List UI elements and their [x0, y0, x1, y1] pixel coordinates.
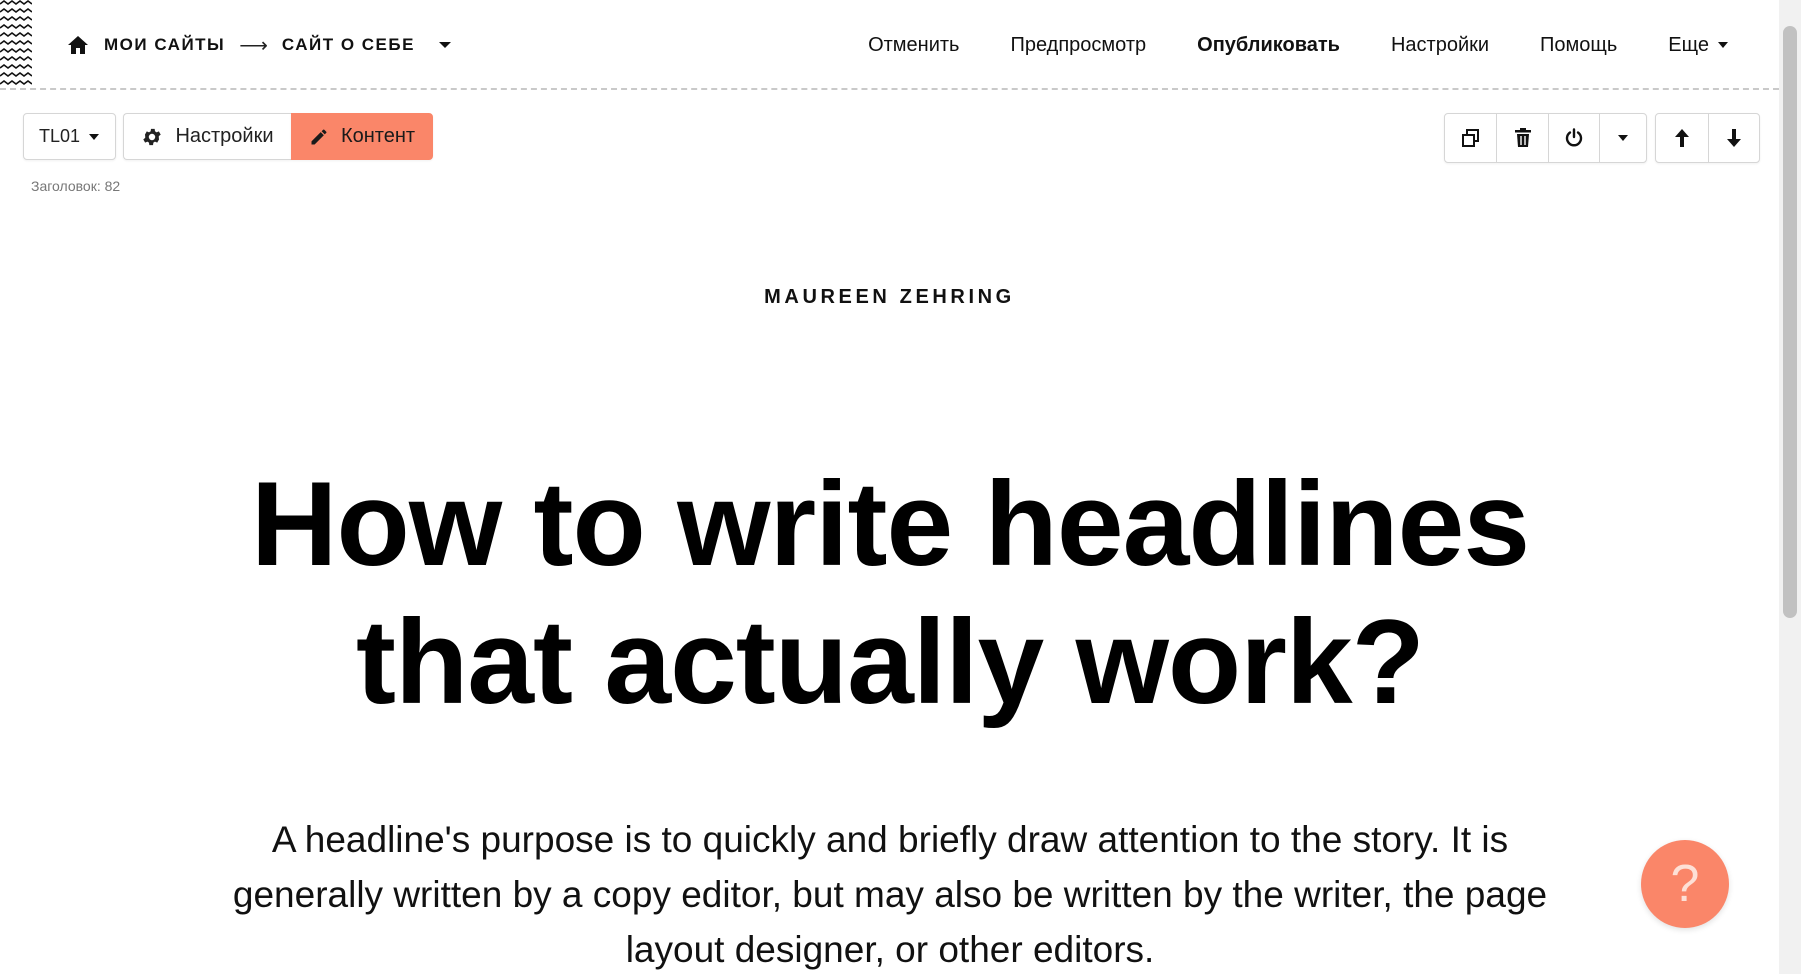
settings-link[interactable]: Настройки: [1391, 34, 1489, 57]
zigzag-logo-icon[interactable]: [0, 0, 32, 90]
block-actions-group: [1444, 113, 1647, 163]
home-icon[interactable]: [66, 33, 90, 57]
vertical-scrollbar[interactable]: [1779, 0, 1801, 974]
gear-icon: [143, 128, 162, 145]
lead-paragraph: A headline's purpose is to quickly and b…: [232, 819, 1548, 970]
chevron-down-icon: [1718, 42, 1728, 48]
scrollbar-thumb[interactable]: [1783, 26, 1797, 618]
duplicate-icon: [1461, 129, 1479, 147]
toggle-visibility-button[interactable]: [1547, 114, 1599, 162]
publish-button[interactable]: Опубликовать: [1197, 34, 1340, 57]
help-button[interactable]: ?: [1641, 840, 1729, 928]
undo-button[interactable]: Отменить: [868, 34, 959, 57]
move-up-button[interactable]: [1656, 114, 1708, 162]
delete-button[interactable]: [1496, 114, 1547, 162]
pencil-icon: [311, 128, 327, 144]
headline-line-2: that actually work?: [356, 595, 1425, 729]
caret-down-icon: [1618, 135, 1629, 141]
block-type-dropdown[interactable]: TL01: [23, 113, 116, 160]
arrow-down-icon: [1726, 129, 1741, 147]
caret-down-icon: [89, 133, 100, 140]
power-icon: [1566, 128, 1583, 147]
more-menu[interactable]: Еще: [1668, 34, 1729, 57]
block-settings-button[interactable]: Настройки: [123, 113, 291, 160]
site-dropdown-caret-icon[interactable]: [437, 40, 453, 50]
breadcrumb-current-site[interactable]: САЙТ О СЕБЕ: [282, 35, 415, 55]
preview-button[interactable]: Предпросмотр: [1010, 34, 1146, 57]
block-meta-info: Заголовок: 82: [31, 178, 121, 194]
top-navigation-bar: МОИ САЙТЫ ⟶ САЙТ О СЕБЕ Отменить Предпро…: [0, 0, 1779, 90]
block-content-button[interactable]: Контент: [291, 113, 433, 160]
more-menu-label: Еще: [1668, 33, 1709, 56]
author-name: MAUREEN ZEHRING: [764, 286, 1015, 308]
top-menu: Отменить Предпросмотр Опубликовать Настр…: [817, 32, 1729, 58]
breadcrumb-separator: ⟶: [239, 34, 268, 57]
arrow-up-icon: [1674, 129, 1689, 147]
page-headline: How to write headlines that actually wor…: [180, 455, 1600, 731]
more-actions-button[interactable]: [1599, 114, 1646, 162]
breadcrumb: МОИ САЙТЫ ⟶ САЙТ О СЕБЕ: [66, 32, 453, 58]
help-link[interactable]: Помощь: [1540, 34, 1617, 57]
block-move-group: [1655, 113, 1760, 163]
headline-line-1: How to write headlines: [250, 457, 1530, 591]
trash-icon: [1514, 128, 1531, 147]
move-down-button[interactable]: [1707, 114, 1760, 162]
block-type-label: TL01: [38, 126, 81, 146]
block-settings-label: Настройки: [175, 125, 274, 147]
breadcrumb-my-sites[interactable]: МОИ САЙТЫ: [104, 35, 225, 55]
duplicate-button[interactable]: [1445, 114, 1496, 162]
block-content-label: Контент: [340, 125, 416, 147]
